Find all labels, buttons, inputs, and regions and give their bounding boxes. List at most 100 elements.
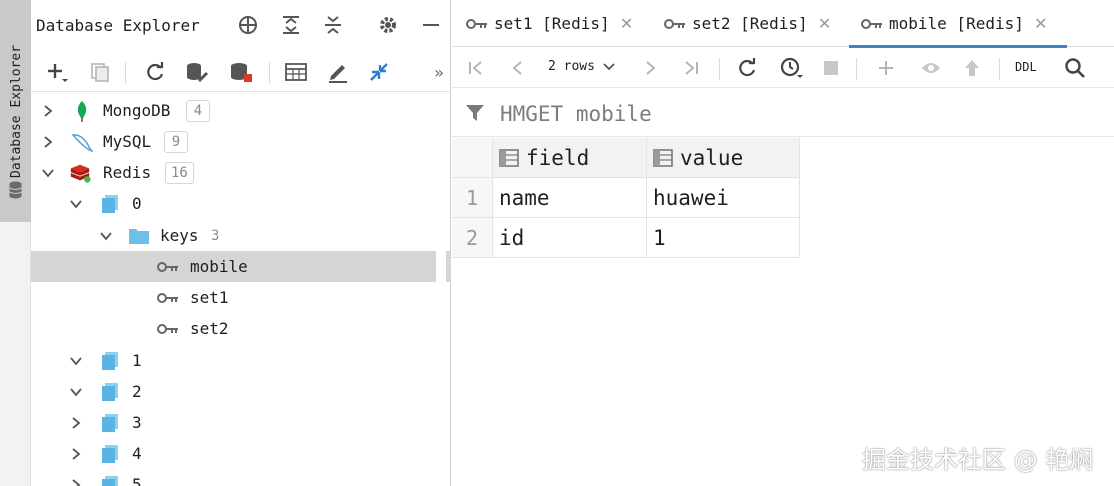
key-icon (664, 16, 686, 32)
tree-node-label: 5 (132, 475, 142, 486)
grid-corner[interactable] (452, 138, 493, 178)
tree-node-redis[interactable]: Redis 16 (31, 157, 451, 188)
filter-bar[interactable]: HMGET mobile (452, 89, 1114, 137)
add-icon[interactable] (43, 58, 71, 86)
filter-query-text[interactable]: HMGET mobile (500, 102, 652, 126)
preview-pending-changes-icon[interactable] (917, 54, 945, 82)
folder-icon (128, 225, 150, 247)
expand-all-icon[interactable] (278, 12, 304, 38)
tree-node-mysql[interactable]: MySQL 9 (31, 126, 451, 157)
tab-label: set2 [Redis] (692, 14, 808, 33)
tree-node-db-2[interactable]: 2 (31, 376, 451, 407)
row-number[interactable]: 2 (452, 218, 493, 258)
reload-icon[interactable] (733, 54, 761, 82)
database-icon (9, 181, 22, 199)
tab-set2[interactable]: set2 [Redis] ✕ (664, 0, 854, 47)
column-header-field[interactable]: field (493, 138, 647, 178)
duplicate-icon[interactable] (86, 58, 114, 86)
rows-selector[interactable]: 2 rows (548, 59, 615, 74)
data-source-properties-icon[interactable] (183, 58, 211, 86)
tree-node-mongodb[interactable]: MongoDB 4 (31, 95, 451, 126)
close-icon[interactable]: ✕ (818, 14, 832, 33)
chevron-down-icon[interactable] (41, 166, 55, 180)
tree-node-db-5[interactable]: 5 (31, 469, 451, 486)
tab-set1[interactable]: set1 [Redis] ✕ (466, 0, 656, 47)
query-history-icon[interactable] (777, 54, 805, 82)
tree-node-label: MongoDB (103, 101, 171, 120)
first-page-icon[interactable] (462, 54, 490, 82)
tab-label: set1 [Redis] (494, 14, 610, 33)
close-icon[interactable]: ✕ (1034, 14, 1048, 33)
jump-to-console-icon[interactable] (365, 58, 393, 86)
column-icon (499, 148, 519, 167)
row-number[interactable]: 1 (452, 178, 493, 218)
chevron-down-icon[interactable] (99, 229, 113, 243)
explorer-title: Database Explorer (36, 16, 200, 35)
last-page-icon[interactable] (677, 54, 705, 82)
table-icon[interactable] (282, 58, 310, 86)
next-page-icon[interactable] (636, 54, 664, 82)
tree-node-label: set2 (190, 319, 229, 338)
key-icon (466, 16, 488, 32)
tree-node-label: 1 (132, 351, 142, 370)
crosshair-icon[interactable] (235, 12, 261, 38)
chevron-down-icon (603, 62, 615, 70)
side-tab-label: Database Explorer (9, 44, 24, 178)
database-explorer-side-tab[interactable]: Database Explorer (0, 0, 31, 222)
mysql-icon (71, 131, 93, 153)
watermark-text: 掘金技术社区 @ 艳焖 (862, 446, 1094, 474)
submit-up-arrow-icon[interactable] (958, 54, 986, 82)
column-header-value[interactable]: value (647, 138, 800, 178)
tree-node-label: 2 (132, 382, 142, 401)
count-badge: 4 (186, 99, 210, 122)
column-header-label: field (526, 145, 590, 170)
tree-node-db-4[interactable]: 4 (31, 438, 451, 469)
previous-page-icon[interactable] (504, 54, 532, 82)
chevron-right-icon[interactable] (69, 416, 83, 430)
ddl-button[interactable]: DDL (1015, 60, 1037, 74)
explorer-tree: MongoDB 4 MySQL 9 Redis 16 0 keys 3 mobi… (31, 93, 451, 486)
tree-node-label: Redis (103, 163, 152, 182)
chevron-right-icon[interactable] (41, 104, 55, 118)
grid-cell-value[interactable]: 1 (647, 218, 800, 258)
tree-scrollbar[interactable] (436, 93, 446, 486)
chevron-down-icon[interactable] (69, 197, 83, 211)
database-schema-icon (99, 350, 121, 372)
minimize-icon[interactable] (418, 12, 444, 38)
tree-node-keys[interactable]: keys 3 (31, 220, 451, 251)
grid-cell-field[interactable]: id (493, 218, 647, 258)
stop-icon[interactable] (817, 54, 845, 82)
editor-area: set1 [Redis] ✕ set2 [Redis] ✕ mobile [Re… (452, 0, 1114, 486)
tree-node-key-set2[interactable]: set2 (31, 313, 451, 344)
gear-icon[interactable] (375, 12, 401, 38)
tree-node-label: keys (160, 226, 199, 245)
refresh-icon[interactable] (141, 58, 169, 86)
database-schema-icon (99, 193, 121, 215)
tree-node-db-1[interactable]: 1 (31, 345, 451, 376)
tab-mobile[interactable]: mobile [Redis] ✕ (849, 0, 1067, 48)
chevron-right-icon[interactable] (69, 447, 83, 461)
grid-cell-value[interactable]: huawei (647, 178, 800, 218)
key-icon (157, 318, 179, 340)
collapse-all-icon[interactable] (320, 12, 346, 38)
more-actions-icon[interactable]: » (425, 58, 453, 86)
chevron-down-icon[interactable] (69, 354, 83, 368)
chevron-right-icon[interactable] (41, 135, 55, 149)
tree-node-key-mobile[interactable]: mobile (31, 251, 451, 282)
add-row-icon[interactable] (872, 54, 900, 82)
grid-cell-field[interactable]: name (493, 178, 647, 218)
tree-node-db-3[interactable]: 3 (31, 407, 451, 438)
database-schema-icon (99, 381, 121, 403)
search-icon[interactable] (1061, 54, 1089, 82)
chevron-right-icon[interactable] (69, 478, 83, 486)
tree-node-label: MySQL (103, 132, 152, 151)
disconnect-icon[interactable] (227, 58, 255, 86)
database-schema-icon (99, 474, 121, 486)
close-icon[interactable]: ✕ (620, 14, 634, 33)
tree-node-db-0[interactable]: 0 (31, 188, 451, 219)
chevron-down-icon[interactable] (69, 385, 83, 399)
edit-icon[interactable] (324, 58, 352, 86)
tree-node-label: mobile (190, 257, 248, 276)
tree-node-key-set1[interactable]: set1 (31, 282, 451, 313)
filter-icon[interactable] (465, 103, 485, 123)
